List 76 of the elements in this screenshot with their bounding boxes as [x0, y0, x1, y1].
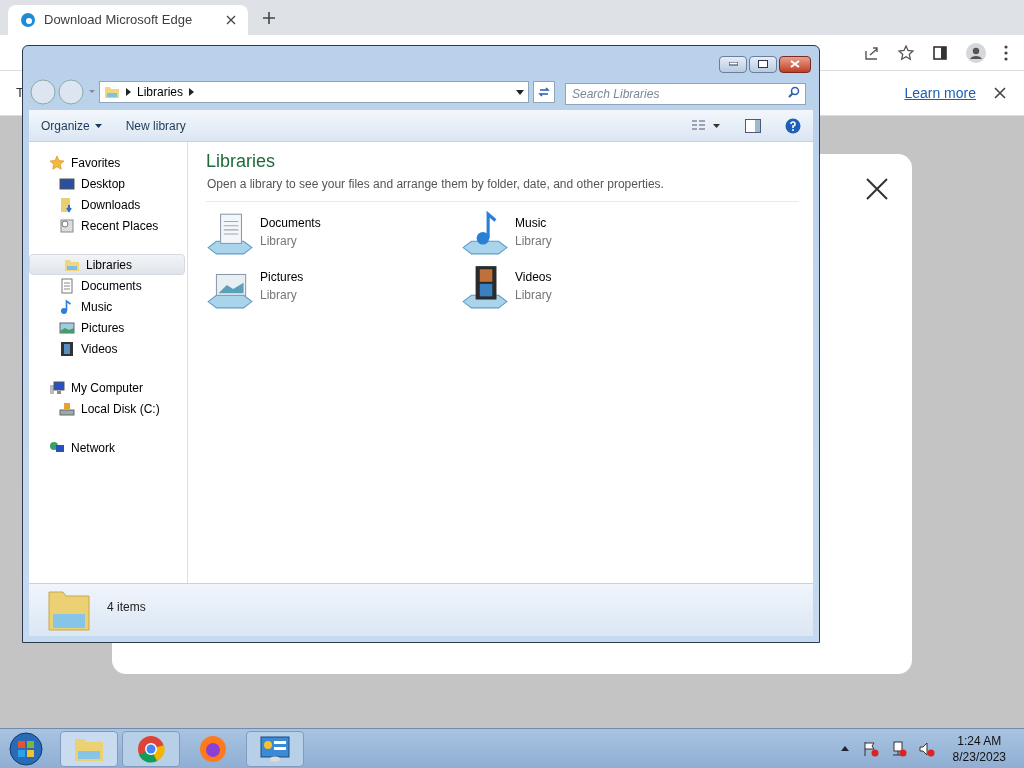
- close-icon: [790, 60, 800, 68]
- preview-pane-icon[interactable]: [745, 118, 761, 133]
- refresh-icon: [538, 86, 550, 98]
- nav-item[interactable]: Music: [29, 296, 187, 317]
- profile-icon[interactable]: [966, 42, 986, 63]
- clock-time: 1:24 AM: [957, 732, 1002, 749]
- maximize-button[interactable]: [749, 55, 777, 73]
- picture-icon: [59, 319, 75, 336]
- toolbar-button[interactable]: New library: [125, 116, 186, 135]
- maximize-icon: [758, 60, 768, 68]
- monitor-icon: [59, 175, 75, 192]
- caret-icon: [94, 123, 102, 128]
- film-icon: [59, 340, 75, 357]
- nav-item[interactable]: Pictures: [29, 317, 187, 338]
- chevron-icon: [189, 88, 195, 96]
- sidebar-icon[interactable]: [932, 44, 948, 61]
- tray-arrow-icon[interactable]: [840, 746, 849, 751]
- browser-logo-icon: [20, 12, 36, 28]
- status-bar: 4 items: [29, 583, 813, 636]
- nav-item[interactable]: Recent Places: [29, 215, 187, 236]
- chevron-icon: [126, 88, 131, 96]
- close-icon[interactable]: [226, 15, 236, 25]
- dropdown-icon[interactable]: [516, 89, 524, 95]
- folder-icon: [59, 196, 75, 213]
- start-button-icon[interactable]: [6, 730, 46, 767]
- library-item[interactable]: Videos Library: [461, 264, 716, 310]
- star-icon: [49, 154, 65, 171]
- taskbar-button[interactable]: [122, 730, 180, 767]
- nav-item[interactable]: Network: [29, 437, 185, 458]
- help-icon[interactable]: [785, 117, 801, 134]
- toolbar-button[interactable]: Organize: [41, 116, 102, 135]
- close-icon[interactable]: [866, 178, 888, 200]
- breadcrumb[interactable]: Libraries: [137, 83, 184, 101]
- nav-item[interactable]: My Computer: [29, 377, 185, 398]
- recent-icon: [59, 217, 75, 234]
- browser-tab[interactable]: Download Microsoft Edge: [8, 5, 248, 35]
- document-icon: [59, 277, 75, 294]
- browser-logo-icon: [199, 734, 227, 763]
- nav-item[interactable]: Documents: [29, 275, 187, 296]
- nav-item[interactable]: Downloads: [29, 194, 187, 215]
- refresh-button[interactable]: [533, 81, 555, 103]
- content-subtitle: Open a library to see your files and arrange them by folder, date, and other properties.: [206, 175, 799, 202]
- nav-item[interactable]: Videos: [29, 338, 187, 359]
- search-field[interactable]: Search Libraries: [565, 83, 806, 105]
- address-bar[interactable]: Libraries: [99, 81, 529, 103]
- library-item[interactable]: Documents Library: [206, 210, 461, 256]
- nav-item[interactable]: Desktop: [29, 173, 187, 194]
- star-icon[interactable]: [898, 44, 914, 61]
- disk-drive-icon: [59, 400, 75, 417]
- flag-icon[interactable]: [862, 740, 879, 757]
- library-item[interactable]: Music Library: [461, 210, 716, 256]
- tab-title: Download Microsoft Edge: [44, 11, 194, 30]
- taskbar-button[interactable]: [246, 730, 304, 767]
- speaker-icon[interactable]: [918, 740, 935, 757]
- minimize-icon: [728, 62, 738, 66]
- nav-item[interactable]: Local Disk (C:): [29, 398, 187, 419]
- computer-icon: [49, 379, 65, 396]
- close-icon[interactable]: [994, 87, 1006, 99]
- menu-icon[interactable]: [1004, 44, 1008, 61]
- music-library-icon: [461, 210, 509, 256]
- close-button[interactable]: [779, 55, 811, 73]
- library-item[interactable]: Pictures Library: [206, 264, 461, 310]
- content-title: Libraries: [206, 150, 277, 173]
- view-options-icon[interactable]: [691, 118, 721, 133]
- library-folder-icon: [104, 84, 120, 100]
- share-icon[interactable]: [864, 44, 880, 61]
- network-icon[interactable]: [890, 740, 907, 757]
- video-library-icon: [461, 264, 509, 310]
- new-tab-icon[interactable]: [262, 11, 276, 25]
- control-panel-icon: [260, 735, 290, 762]
- nav-item[interactable]: Libraries: [29, 254, 185, 275]
- browser-logo-icon: [137, 734, 165, 763]
- nav-item[interactable]: Favorites: [29, 152, 185, 173]
- clock-date: 8/23/2023: [952, 748, 1006, 765]
- learn-more-link[interactable]: Learn more: [904, 82, 976, 104]
- search-icon: [788, 86, 800, 98]
